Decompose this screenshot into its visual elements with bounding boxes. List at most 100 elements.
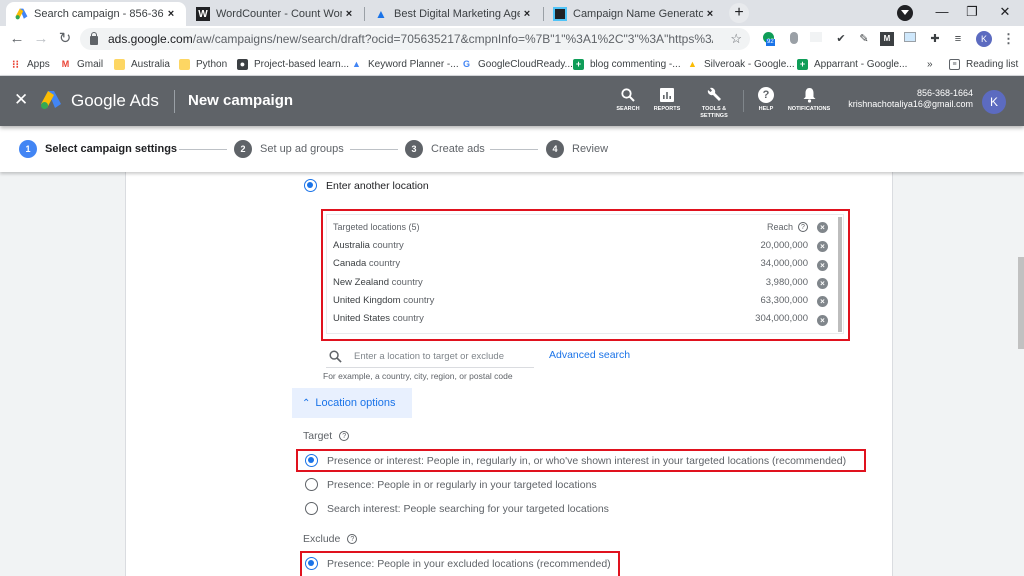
step-label: Select campaign settings xyxy=(45,143,178,155)
step-review[interactable]: 4 Review xyxy=(546,140,608,158)
minimize-icon[interactable]: — xyxy=(930,4,954,19)
tab-title: Campaign Name Generator xyxy=(573,8,703,20)
extension-badge: 92 xyxy=(766,39,775,46)
generator-icon xyxy=(553,7,567,21)
sheets-icon: + xyxy=(573,58,584,70)
browser-tab-strip: Search campaign - 856-368-1664 × W WordC… xyxy=(0,0,1024,26)
step-number: 3 xyxy=(405,140,423,158)
tools-settings-button[interactable]: TOOLS & SETTINGS xyxy=(696,86,732,120)
close-icon[interactable]: ✕ xyxy=(14,90,28,110)
profile-avatar[interactable]: K xyxy=(976,31,992,47)
search-button-label: SEARCH xyxy=(616,106,640,112)
extension-blank-icon[interactable] xyxy=(810,32,824,46)
extension-grammar-icon[interactable]: 92 xyxy=(763,32,777,46)
github-icon: ● xyxy=(237,58,248,70)
help-button[interactable]: ? HELP xyxy=(754,86,778,113)
bookmark-blog-commenting[interactable]: + blog commenting -... xyxy=(573,56,681,72)
restore-icon[interactable]: ❐ xyxy=(960,4,984,20)
bookmark-apps[interactable]: ⁝⁝ Apps xyxy=(10,56,50,72)
media-control-icon[interactable]: ≡ xyxy=(951,32,965,46)
target-option-search-interest[interactable]: Search interest: People searching for yo… xyxy=(305,502,609,515)
bookmark-australia[interactable]: Australia xyxy=(114,56,170,72)
bookmark-gmail[interactable]: M Gmail xyxy=(60,56,103,72)
page-scrollbar-track[interactable] xyxy=(1017,172,1024,576)
enter-another-location-option[interactable]: Enter another location xyxy=(304,179,429,192)
option-label: Enter another location xyxy=(326,179,429,192)
agency-icon: ▲ xyxy=(375,7,387,21)
extension-m-icon[interactable]: M xyxy=(880,32,894,46)
radio-selected[interactable] xyxy=(304,179,317,192)
extension-shield-icon[interactable] xyxy=(787,32,801,46)
google-icon: G xyxy=(462,59,470,69)
help-circle-icon[interactable]: ? xyxy=(347,534,358,544)
step-connector xyxy=(490,149,538,150)
url-host: ads.google.com xyxy=(108,32,193,46)
close-tab-icon[interactable]: × xyxy=(342,8,356,20)
brand-name: Google Ads xyxy=(71,91,159,110)
exclude-section-label: Exclude ? xyxy=(303,533,358,545)
window-close-icon[interactable]: ✕ xyxy=(993,4,1017,20)
close-tab-icon[interactable]: × xyxy=(520,8,534,20)
location-options-toggle[interactable]: ⌃ Location options xyxy=(292,388,412,418)
reading-list-button[interactable]: ≡ Reading list xyxy=(949,56,1018,72)
tab-title: Search campaign - 856-368-1664 xyxy=(34,8,164,20)
extension-image-icon[interactable] xyxy=(904,32,918,46)
target-label: Target xyxy=(303,430,333,442)
step-create-ads[interactable]: 3 Create ads xyxy=(405,140,485,158)
step-set-up-ad-groups[interactable]: 2 Set up ad groups xyxy=(234,140,344,158)
search-button[interactable]: SEARCH xyxy=(613,86,643,113)
step-connector xyxy=(179,149,227,150)
search-icon xyxy=(613,86,643,104)
bookmark-silveroak[interactable]: ▲ Silveroak - Google... xyxy=(687,56,795,72)
radio-unselected[interactable] xyxy=(305,502,318,515)
bookmark-apparrant[interactable]: + Apparrant - Google... xyxy=(797,56,907,72)
tab-search-campaign[interactable]: Search campaign - 856-368-1664 × xyxy=(6,2,186,26)
bookmark-python[interactable]: Python xyxy=(179,56,227,72)
tab-wordcounter[interactable]: W WordCounter - Count Words & C × xyxy=(188,2,364,26)
back-icon[interactable]: ← xyxy=(8,30,26,48)
google-ads-logo-icon xyxy=(41,91,61,109)
bookmarks-overflow-button[interactable]: » xyxy=(927,56,933,72)
wrench-icon xyxy=(696,86,732,104)
account-phone: 856-368-1664 xyxy=(916,88,973,98)
page-scrollbar-thumb[interactable] xyxy=(1018,257,1024,349)
option-label: Search interest: People searching for yo… xyxy=(327,502,609,515)
notifications-button[interactable]: NOTIFICATIONS xyxy=(786,86,832,113)
close-tab-icon[interactable]: × xyxy=(703,8,717,20)
new-tab-button[interactable]: + xyxy=(729,3,749,23)
apps-grid-icon: ⁝⁝ xyxy=(12,58,19,71)
bookmark-project-based[interactable]: ● Project-based learn... xyxy=(237,56,349,72)
tab-search-icon[interactable] xyxy=(897,5,913,21)
menu-kebab-icon[interactable]: ⋮ xyxy=(1002,31,1015,47)
option-label: Presence: People in or regularly in your… xyxy=(327,478,597,491)
account-info[interactable]: 856-368-1664 krishnachotaliya16@gmail.co… xyxy=(848,88,973,110)
address-bar[interactable]: ads.google.com /aw/campaigns/new/search/… xyxy=(80,28,750,50)
bookmark-keyword-planner[interactable]: ▲ Keyword Planner -... xyxy=(351,56,459,72)
extensions-puzzle-icon[interactable]: ✚ xyxy=(928,32,942,46)
chevron-up-icon: ⌃ xyxy=(302,397,311,409)
forward-icon[interactable]: → xyxy=(32,30,50,48)
reports-button[interactable]: REPORTS xyxy=(651,86,683,113)
account-avatar[interactable]: K xyxy=(982,90,1006,114)
bookmark-label: Gmail xyxy=(77,58,104,70)
help-circle-icon[interactable]: ? xyxy=(339,431,350,441)
radio-unselected[interactable] xyxy=(305,478,318,491)
search-icon xyxy=(329,350,342,363)
tab-campaign-name-generator[interactable]: Campaign Name Generator × xyxy=(545,2,725,26)
extension-eraser-icon[interactable]: ✎ xyxy=(857,32,871,46)
help-icon: ? xyxy=(754,86,778,104)
tab-marketing-agency[interactable]: ▲ Best Digital Marketing Agency in × xyxy=(366,2,542,26)
bookmark-star-icon[interactable]: ☆ xyxy=(730,31,742,47)
browser-toolbar: ← → ↻ ads.google.com /aw/campaigns/new/s… xyxy=(0,26,1024,52)
bookmark-googlecloudready[interactable]: G GoogleCloudReady... xyxy=(461,56,573,72)
location-search-field[interactable]: Enter a location to target or exclude xyxy=(326,346,534,368)
extension-check-shield-icon[interactable]: ✔ xyxy=(834,32,848,46)
target-option-presence[interactable]: Presence: People in or regularly in your… xyxy=(305,478,597,491)
advanced-search-link[interactable]: Advanced search xyxy=(549,349,630,361)
reports-button-label: REPORTS xyxy=(653,106,681,112)
step-connector xyxy=(350,149,398,150)
step-select-campaign-settings[interactable]: 1 Select campaign settings xyxy=(19,140,177,158)
tab-separator xyxy=(543,7,544,21)
reload-icon[interactable]: ↻ xyxy=(56,30,74,48)
close-tab-icon[interactable]: × xyxy=(164,8,178,20)
